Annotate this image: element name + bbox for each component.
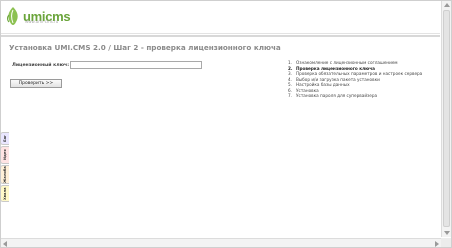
step-item: 7. Установка пароля для супервайзера (288, 93, 422, 99)
scroll-left-arrow-icon[interactable] (3, 241, 7, 247)
feedback-tab-complaint[interactable]: Жалоба (0, 165, 9, 184)
vertical-scroll-thumb[interactable] (443, 10, 450, 227)
step-label: Установка пароля для супервайзера (296, 93, 378, 98)
page-title: Установка UMI.CMS 2.0 / Шаг 2 - проверка… (9, 43, 281, 52)
browser-viewport (0, 0, 452, 248)
vertical-scrollbar[interactable] (441, 1, 451, 237)
license-key-label: Лицензионный ключ: (12, 63, 70, 68)
feedback-tab-bug[interactable]: Баг (0, 132, 9, 145)
scrollbar-corner (441, 238, 451, 247)
install-steps-list: 1. Ознакомление с лицензионным соглашение… (288, 60, 422, 99)
header: umicms www.umi-cms.ru (1, 1, 440, 34)
check-button[interactable]: Проверить >> (10, 79, 62, 88)
feedback-tabs: Баг Идея Жалоба Хвала (0, 132, 12, 203)
feedback-tab-idea[interactable]: Идея (0, 146, 9, 164)
header-divider (1, 35, 440, 37)
feedback-tab-praise[interactable]: Хвала (0, 185, 9, 202)
step-number: 7. (288, 93, 292, 98)
scroll-right-arrow-icon[interactable] (435, 241, 439, 247)
horizontal-scrollbar[interactable] (1, 238, 441, 247)
scroll-up-arrow-icon[interactable] (444, 3, 450, 7)
logo-subtitle: www.umi-cms.ru (25, 19, 59, 24)
scroll-down-arrow-icon[interactable] (444, 231, 450, 235)
license-key-input[interactable] (70, 61, 202, 69)
umi-logo-icon (5, 6, 21, 26)
